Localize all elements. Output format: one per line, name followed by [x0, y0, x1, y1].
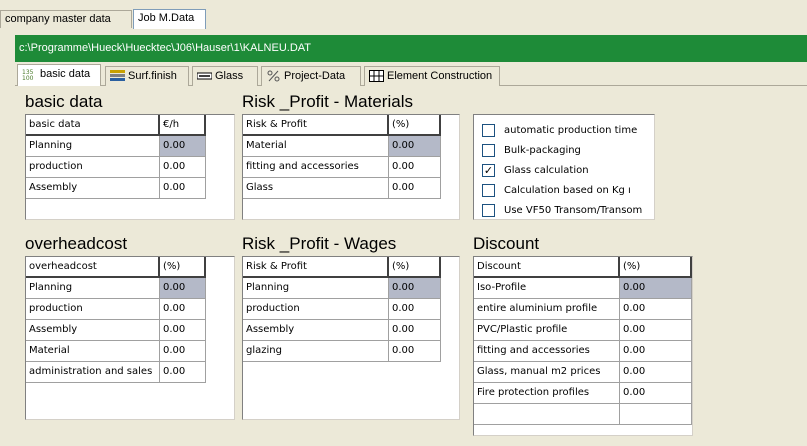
tab-label: Element Construction	[387, 70, 493, 82]
row-label	[474, 404, 620, 425]
row-label: Assembly	[243, 320, 389, 341]
checkbox-label: Bulk-packaging	[504, 145, 581, 156]
checkbox-box[interactable]	[482, 124, 495, 137]
value-cell[interactable]: 0.00	[160, 278, 206, 299]
column-header: (%)	[160, 257, 206, 278]
checkbox-label: Calculation based on Kg ı	[504, 185, 631, 196]
value-cell[interactable]: 0.00	[389, 299, 441, 320]
row-label: production	[26, 299, 160, 320]
value-cell[interactable]: 0.00	[620, 320, 692, 341]
tab-glass[interactable]: Glass	[192, 66, 258, 86]
row-label: Planning	[26, 278, 160, 299]
column-header: Risk & Profit	[243, 115, 389, 136]
row-label: Material	[26, 341, 160, 362]
tab-label: basic data	[40, 68, 91, 80]
checkbox-box[interactable]	[482, 204, 495, 217]
value-cell[interactable]: 0.00	[389, 178, 441, 199]
tab-basic-data[interactable]: 135 100 basic data	[17, 64, 101, 87]
value-cell[interactable]: 0.00	[620, 362, 692, 383]
value-cell[interactable]: 0.00	[620, 278, 692, 299]
value-cell[interactable]: 0.00	[389, 157, 441, 178]
row-label: entire aluminium profile	[474, 299, 620, 320]
row-label: Assembly	[26, 178, 160, 199]
row-label: PVC/Plastic profile	[474, 320, 620, 341]
basic-data-grid[interactable]: basic data €/h Planning 0.00 production …	[25, 114, 235, 220]
value-cell[interactable]	[620, 404, 692, 425]
overheadcost-grid[interactable]: overheadcost (%) Planning 0.00 productio…	[25, 256, 235, 420]
value-cell[interactable]: 0.00	[160, 178, 206, 199]
column-header: (%)	[389, 115, 441, 136]
column-header: (%)	[620, 257, 692, 278]
row-label: Glass, manual m2 prices	[474, 362, 620, 383]
row-label: Fire protection profiles	[474, 383, 620, 404]
row-label: production	[243, 299, 389, 320]
tab-project-data[interactable]: Project-Data	[261, 66, 361, 86]
checkbox-label: automatic production time	[504, 125, 638, 136]
row-label: fitting and accessories	[243, 157, 389, 178]
column-header: overheadcost	[26, 257, 160, 278]
row-label: fitting and accessories	[474, 341, 620, 362]
value-cell[interactable]: 0.00	[160, 341, 206, 362]
window-tab-bar: company master data Job M.Data	[0, 0, 807, 30]
file-path-bar: c:\Programme\Hueck\Huecktec\J06\Hauser\1…	[15, 35, 807, 62]
subtab-bar: 135 100 basic data Surf.finish Glass Pro…	[15, 64, 807, 87]
row-label: Planning	[26, 136, 160, 157]
row-label: Iso-Profile	[474, 278, 620, 299]
tab-content-basic-data: basic data basic data €/h Planning 0.00 …	[15, 86, 807, 446]
surface-stripes-icon	[110, 70, 125, 81]
numbers-icon: 135 100	[22, 69, 34, 80]
checkbox-box[interactable]	[482, 144, 495, 157]
glass-pane-icon	[197, 72, 212, 80]
value-cell[interactable]: 0.00	[620, 383, 692, 404]
row-label: production	[26, 157, 160, 178]
row-label: glazing	[243, 341, 389, 362]
svg-text:100: 100	[22, 75, 34, 80]
column-header: Risk & Profit	[243, 257, 389, 278]
column-header: basic data	[26, 115, 160, 136]
file-path: c:\Programme\Hueck\Huecktec\J06\Hauser\1…	[19, 42, 312, 54]
risk-materials-grid[interactable]: Risk & Profit (%) Material 0.00 fitting …	[242, 114, 460, 220]
value-cell[interactable]: 0.00	[160, 362, 206, 383]
tab-element-construction[interactable]: Element Construction	[364, 66, 500, 86]
value-cell[interactable]: 0.00	[389, 320, 441, 341]
column-header: €/h	[160, 115, 206, 136]
discount-title: Discount	[473, 234, 540, 253]
percent-icon	[267, 70, 280, 82]
tab-label: Surf.finish	[128, 70, 177, 82]
value-cell[interactable]: 0.00	[620, 341, 692, 362]
value-cell[interactable]: 0.00	[620, 299, 692, 320]
discount-grid[interactable]: Discount (%) Iso-Profile 0.00 entire alu…	[473, 256, 693, 436]
value-cell[interactable]: 0.00	[160, 299, 206, 320]
overheadcost-title: overheadcost	[25, 234, 128, 253]
checkmark-icon[interactable]: ✓	[482, 164, 495, 177]
value-cell[interactable]: 0.00	[389, 341, 441, 362]
row-label: administration and sales	[26, 362, 160, 383]
checkbox-label: Glass calculation	[504, 165, 589, 176]
window-frame-icon	[369, 70, 384, 82]
value-cell[interactable]: 0.00	[389, 278, 441, 299]
row-label: Glass	[243, 178, 389, 199]
tab-label: Glass	[215, 70, 244, 82]
value-cell[interactable]: 0.00	[160, 157, 206, 178]
risk-materials-title: Risk _Profit - Materials	[242, 92, 413, 111]
column-header: Discount	[474, 257, 620, 278]
column-header: (%)	[389, 257, 441, 278]
row-label: Material	[243, 136, 389, 157]
tab-company-master-data[interactable]: company master data	[0, 10, 132, 28]
tab-label: Project-Data	[284, 70, 346, 82]
checkbox-label: Use VF50 Transom/Transom	[504, 205, 643, 216]
row-label: Assembly	[26, 320, 160, 341]
options-panel: automatic production time Bulk-packaging…	[473, 114, 655, 220]
value-cell[interactable]: 0.00	[160, 136, 206, 157]
basic-data-title: basic data	[25, 92, 103, 111]
row-label: Planning	[243, 278, 389, 299]
checkbox-box[interactable]	[482, 184, 495, 197]
tab-surf-finish[interactable]: Surf.finish	[105, 66, 189, 86]
value-cell[interactable]: 0.00	[389, 136, 441, 157]
tab-job-m-data[interactable]: Job M.Data	[133, 9, 206, 29]
risk-wages-title: Risk _Profit - Wages	[242, 234, 397, 253]
risk-wages-grid[interactable]: Risk & Profit (%) Planning 0.00 producti…	[242, 256, 460, 420]
value-cell[interactable]: 0.00	[160, 320, 206, 341]
